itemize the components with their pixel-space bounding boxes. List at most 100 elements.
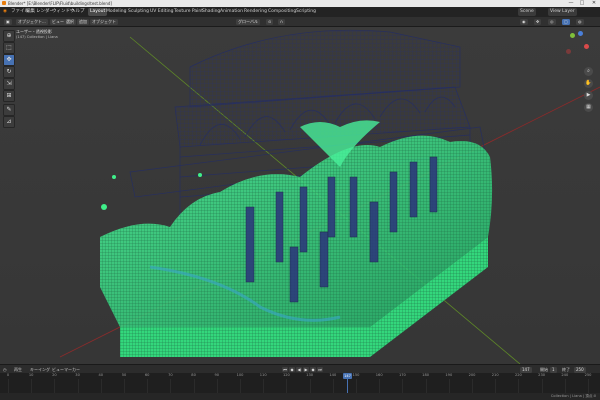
move-icon[interactable]: ✥ <box>3 54 15 66</box>
timeline-tick-line <box>147 379 148 393</box>
mode-selector[interactable]: オブジェクト... <box>16 18 48 25</box>
jump-end-icon[interactable]: ⏭ <box>317 367 323 372</box>
overlay-icon[interactable]: ◎ <box>548 18 556 25</box>
timeline-tick-label: 110 <box>259 373 267 377</box>
gizmo-y-icon[interactable] <box>570 33 575 38</box>
minimize-button[interactable]: — <box>566 0 576 7</box>
xray-icon[interactable]: ▢ <box>562 18 570 25</box>
gizmo-x-icon[interactable] <box>584 44 589 49</box>
gizmo-neg-x-icon[interactable] <box>566 49 571 54</box>
playhead-line[interactable] <box>347 379 348 393</box>
gizmo-icon[interactable]: ✥ <box>534 18 542 25</box>
blender-menu-icon[interactable]: ◉ <box>3 7 7 17</box>
tab-scripting[interactable]: Scripting <box>294 8 318 16</box>
timeline-tick-line <box>518 379 519 393</box>
viewport-scene <box>59 29 600 364</box>
timeline-tick-line <box>100 379 102 393</box>
timeline-tick-label: 20 <box>52 373 57 377</box>
current-frame-field[interactable]: 147 <box>520 366 532 373</box>
timeline-tick-label: 60 <box>144 373 150 377</box>
grid-icon[interactable]: ▦ <box>584 103 593 112</box>
magnet-icon[interactable]: ∩ <box>278 18 285 25</box>
zoom-icon[interactable]: ⌕ <box>584 67 593 76</box>
timeline-tick-line <box>240 379 241 393</box>
timeline-tick-label: 220 <box>514 373 522 377</box>
timeline-tick-label: 170 <box>398 373 406 377</box>
gizmo-z-icon[interactable] <box>578 31 583 36</box>
menu-edit[interactable]: 編集 <box>26 7 35 17</box>
timeline-tick-line <box>263 379 264 393</box>
timeline-tick-line <box>8 379 9 393</box>
close-button[interactable]: ✕ <box>589 0 599 7</box>
status-bar: Collection | Liana | 頂点:0 <box>0 393 600 400</box>
editor-type-button[interactable]: ▣ <box>4 18 12 25</box>
timeline-tick-label: 80 <box>191 373 196 377</box>
tab-animation[interactable]: Animation <box>218 8 245 16</box>
navigation-gizmo[interactable] <box>560 29 596 65</box>
play-icon[interactable]: ▶ <box>303 367 309 372</box>
blender-logo-icon <box>2 1 6 5</box>
measure-icon[interactable]: ⊿ <box>3 116 15 128</box>
timeline-tick-line <box>448 379 450 393</box>
timeline-tick-line <box>541 379 543 393</box>
start-frame-field[interactable]: 1 <box>550 366 557 373</box>
viewport-overlay-subtitle: (147) Collection | Liana <box>16 35 58 39</box>
timeline-tick-line <box>286 379 287 393</box>
select-menu[interactable]: 選択 <box>64 18 76 25</box>
timeline-tick-label: 150 <box>352 373 360 377</box>
maximize-button[interactable]: □ <box>577 0 587 7</box>
3d-viewport[interactable]: ユーザー・透視投影 (147) Collection | Liana ⌕ ✋ ▶… <box>0 27 600 364</box>
transform-icon[interactable]: ⊞ <box>3 90 15 102</box>
timeline-tick-label: 90 <box>214 373 220 377</box>
timeline-tick-label: 0 <box>6 373 10 377</box>
jump-start-icon[interactable]: ⏮ <box>282 367 288 372</box>
timeline-tick-label: 130 <box>306 373 314 377</box>
tab-rendering[interactable]: Rendering <box>242 8 269 16</box>
timeline-tick-line <box>54 379 55 393</box>
timeline-tick-line <box>356 379 357 393</box>
timeline-tick-line <box>472 379 473 393</box>
timeline-area[interactable]: 0 10 20 30 40 50 60 70 80 90 100 110 120 130 140 150 160… <box>0 373 600 393</box>
menu-bar: ◉ ファイル 編集 レンダー ウィンドウ ヘルプ Layout Modeling… <box>0 7 600 17</box>
timeline-tick-label: 210 <box>491 373 499 377</box>
play-reverse-icon[interactable]: ◀ <box>296 367 302 372</box>
prev-key-icon[interactable]: ◆ <box>289 367 295 372</box>
select-box-icon[interactable]: ⬚ <box>3 42 15 54</box>
orientation-selector[interactable]: グローバル <box>236 18 260 25</box>
timeline-tick-label: 70 <box>168 373 173 377</box>
pivot-icon[interactable]: ⊙ <box>266 18 274 25</box>
timeline-tick-label: 160 <box>375 373 383 377</box>
cursor-icon[interactable]: ⊕ <box>3 30 15 42</box>
timeline-tick-line <box>309 379 311 393</box>
menu-help[interactable]: ヘルプ <box>71 7 85 17</box>
timeline-tick-line <box>216 379 218 393</box>
shading-wireframe-icon[interactable]: ◍ <box>576 18 584 25</box>
object-menu[interactable]: オブジェクト <box>90 18 118 25</box>
hand-icon[interactable]: ✋ <box>584 79 593 88</box>
tab-modeling[interactable]: Modeling <box>104 8 128 16</box>
timeline-tick-label: 100 <box>236 373 244 377</box>
timeline-tick-line <box>77 379 79 393</box>
visibility-icon[interactable]: ◉ <box>520 18 528 25</box>
annotate-icon[interactable]: ✎ <box>3 104 15 116</box>
timeline-tick-line <box>379 379 380 393</box>
window-title: Blender* [E:\Blender\FLIP\Fluid\building… <box>8 1 112 6</box>
status-info: Collection | Liana | 頂点:0 <box>550 394 596 398</box>
timeline-tick-label: 140 <box>329 373 337 377</box>
timeline-tick-label: 30 <box>75 373 80 377</box>
timeline-tick-line <box>588 379 589 393</box>
rotate-icon[interactable]: ↻ <box>3 66 15 78</box>
timeline-tick-line <box>31 379 32 393</box>
camera-icon[interactable]: ▶ <box>584 91 593 100</box>
timeline-tick-line <box>425 379 427 393</box>
scene-selector[interactable]: Scene <box>518 8 536 16</box>
timeline-tick-line <box>564 379 566 393</box>
scale-icon[interactable]: ⇲ <box>3 78 15 90</box>
timeline-tick-label: 250 <box>584 373 592 377</box>
view-layer-selector[interactable]: View Layer <box>548 8 577 16</box>
next-key-icon[interactable]: ◆ <box>310 367 316 372</box>
end-frame-field[interactable]: 250 <box>574 366 586 373</box>
add-menu[interactable]: 追加 <box>77 18 89 25</box>
timeline-tick-label: 180 <box>422 373 430 377</box>
timeline-tick-line <box>332 379 334 393</box>
